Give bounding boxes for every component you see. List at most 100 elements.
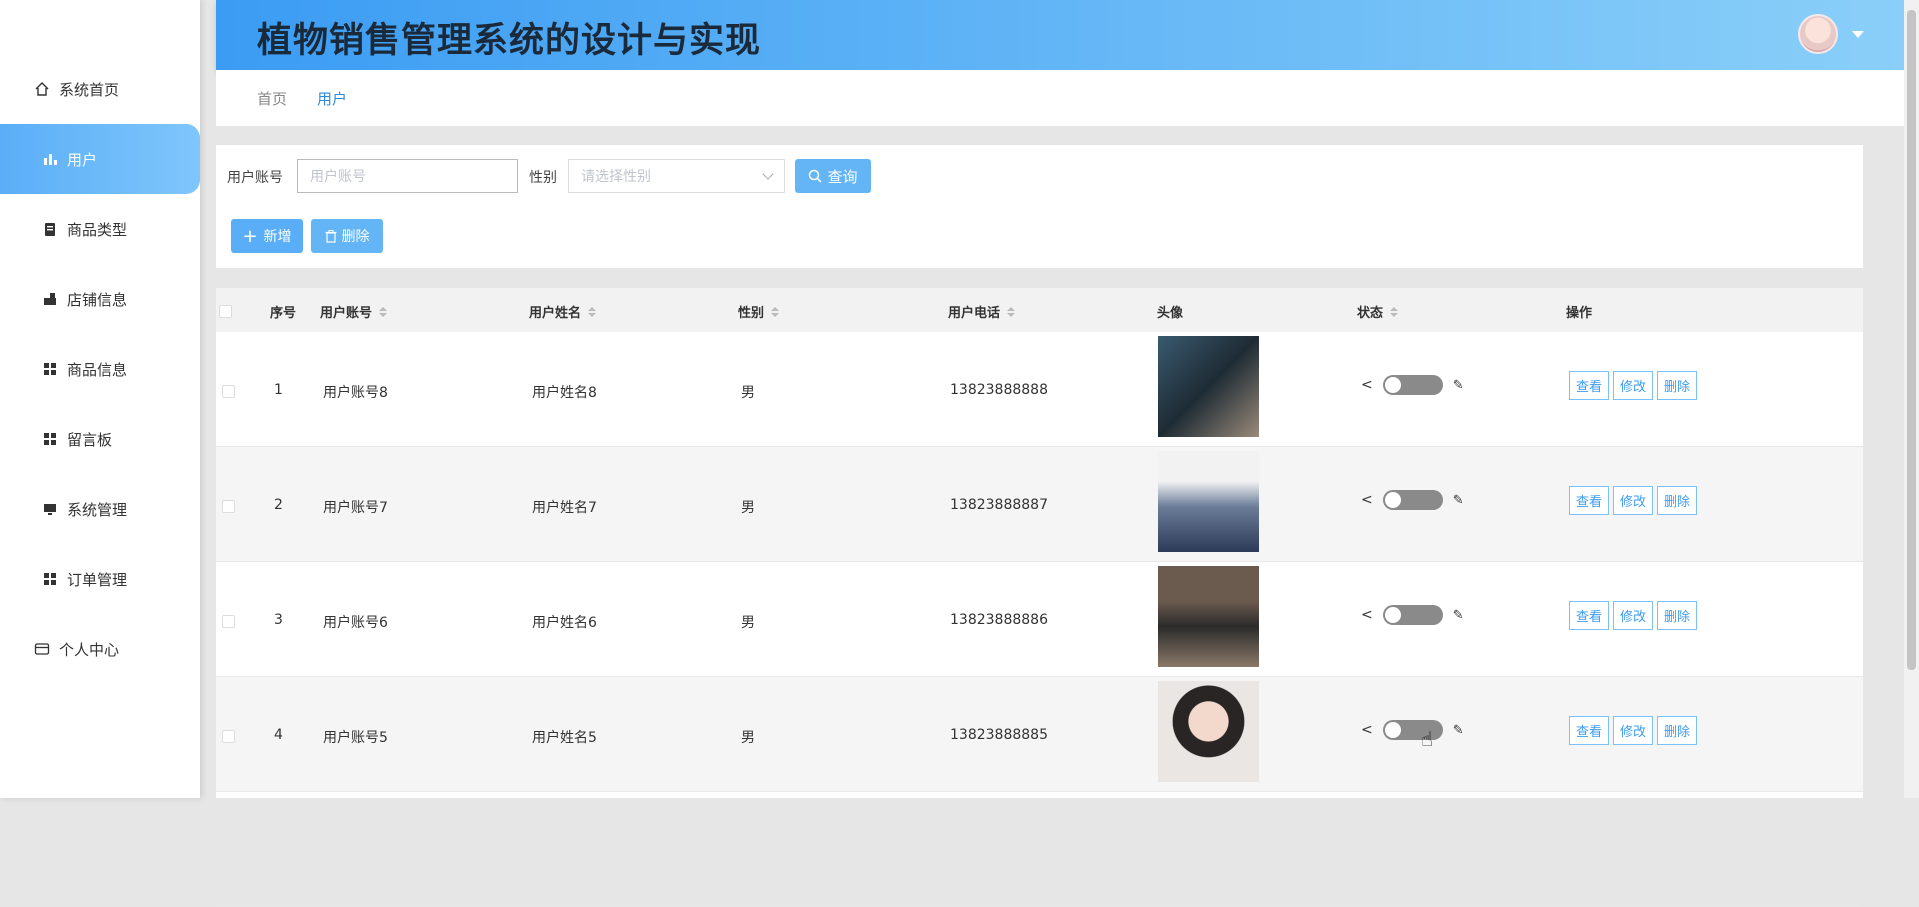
breadcrumb: 首页 用户 bbox=[216, 70, 1904, 126]
sidebar-item-users[interactable]: 用户 bbox=[0, 124, 200, 194]
cell-index: 2 bbox=[274, 497, 283, 513]
edit-button[interactable]: 修改 bbox=[1613, 486, 1653, 515]
status-control: < ✎ bbox=[1361, 375, 1464, 395]
search-icon bbox=[809, 169, 823, 183]
row-actions: 查看 修改 删除 bbox=[1569, 716, 1701, 745]
account-search-input[interactable]: 用户账号 bbox=[297, 159, 518, 193]
user-table: 序号 用户账号 用户姓名 性别 用户电话 头像 状态 操作 1 用户账号8 用户… bbox=[216, 288, 1863, 907]
cell-account: 用户账号5 bbox=[323, 730, 388, 746]
sidebar-item-personal-center[interactable]: 个人中心 bbox=[0, 614, 200, 684]
status-toggle[interactable] bbox=[1382, 375, 1443, 395]
delete-button[interactable]: 删除 bbox=[1657, 486, 1697, 515]
edit-button[interactable]: 修改 bbox=[1613, 716, 1653, 745]
share-icon[interactable]: < bbox=[1361, 377, 1373, 393]
pencil-icon[interactable]: ✎ bbox=[1453, 608, 1464, 623]
share-icon[interactable]: < bbox=[1361, 722, 1373, 738]
col-avatar: 头像 bbox=[1157, 306, 1184, 321]
add-button[interactable]: + 新增 bbox=[231, 219, 303, 253]
row-actions: 查看 修改 删除 bbox=[1569, 371, 1701, 400]
avatar-photo[interactable] bbox=[1158, 451, 1259, 552]
cell-name: 用户姓名8 bbox=[532, 385, 597, 401]
sidebar-item-label: 商品信息 bbox=[67, 360, 128, 379]
bulk-delete-button[interactable]: 删除 bbox=[311, 219, 383, 253]
edit-button[interactable]: 修改 bbox=[1613, 371, 1653, 400]
table-row bbox=[216, 792, 1863, 907]
select-all-checkbox[interactable] bbox=[219, 305, 232, 318]
sidebar-item-order-management[interactable]: 订单管理 bbox=[0, 544, 200, 614]
delete-button[interactable]: 删除 bbox=[1657, 601, 1697, 630]
sidebar: 系统首页 用户 商品类型 店铺信息 商品信息 留言板 系统管理 订单管理 个人中… bbox=[0, 0, 200, 798]
table-row: 1 用户账号8 用户姓名8 男 13823888888 < ✎ 查看 修改 删除 bbox=[216, 332, 1863, 447]
status-toggle[interactable] bbox=[1382, 605, 1443, 625]
breadcrumb-home[interactable]: 首页 bbox=[257, 88, 287, 109]
gender-select[interactable]: 请选择性别 bbox=[568, 159, 785, 193]
delete-button[interactable]: 删除 bbox=[1657, 716, 1697, 745]
cell-phone: 13823888887 bbox=[950, 497, 1048, 513]
sort-icon[interactable] bbox=[588, 306, 597, 317]
cell-name: 用户姓名6 bbox=[532, 615, 597, 631]
status-control: < ✎ bbox=[1361, 605, 1464, 625]
row-checkbox[interactable] bbox=[222, 385, 235, 398]
cell-phone: 13823888885 bbox=[950, 727, 1048, 743]
search-panel: 用户账号 用户账号 性别 请选择性别 查询 + 新增 删除 bbox=[216, 145, 1863, 268]
sidebar-item-label: 订单管理 bbox=[67, 570, 128, 589]
view-button[interactable]: 查看 bbox=[1569, 371, 1609, 400]
view-button[interactable]: 查看 bbox=[1569, 716, 1609, 745]
delete-button[interactable]: 删除 bbox=[1657, 371, 1697, 400]
caret-down-icon[interactable] bbox=[1852, 30, 1864, 38]
cell-phone: 13823888886 bbox=[950, 612, 1048, 628]
user-menu[interactable] bbox=[1798, 14, 1864, 54]
card-icon bbox=[34, 641, 50, 657]
sort-icon[interactable] bbox=[1007, 306, 1016, 317]
page-scrollbar[interactable] bbox=[1904, 0, 1919, 798]
pencil-icon[interactable]: ✎ bbox=[1453, 493, 1464, 508]
col-phone[interactable]: 用户电话 bbox=[948, 302, 1016, 321]
row-checkbox[interactable] bbox=[222, 500, 235, 513]
col-account[interactable]: 用户账号 bbox=[320, 302, 388, 321]
share-icon[interactable]: < bbox=[1361, 492, 1373, 508]
cell-phone: 13823888888 bbox=[950, 382, 1048, 398]
scrollbar-thumb[interactable] bbox=[1907, 10, 1916, 670]
status-toggle[interactable] bbox=[1382, 490, 1443, 510]
sidebar-item-product-info[interactable]: 商品信息 bbox=[0, 334, 200, 404]
row-checkbox[interactable] bbox=[222, 730, 235, 743]
cell-name: 用户姓名5 bbox=[532, 730, 597, 746]
sidebar-item-system-management[interactable]: 系统管理 bbox=[0, 474, 200, 544]
edit-button[interactable]: 修改 bbox=[1613, 601, 1653, 630]
avatar-photo[interactable] bbox=[1158, 336, 1259, 437]
sort-icon[interactable] bbox=[771, 306, 780, 317]
cell-gender: 男 bbox=[741, 385, 755, 401]
view-button[interactable]: 查看 bbox=[1569, 486, 1609, 515]
cell-account: 用户账号7 bbox=[323, 500, 388, 516]
monitor-icon bbox=[42, 501, 58, 517]
pencil-icon[interactable]: ✎ bbox=[1453, 378, 1464, 393]
avatar[interactable] bbox=[1798, 14, 1838, 54]
col-gender[interactable]: 性别 bbox=[738, 302, 780, 321]
sidebar-item-home[interactable]: 系统首页 bbox=[0, 54, 200, 124]
avatar-photo[interactable] bbox=[1158, 566, 1259, 667]
share-icon[interactable]: < bbox=[1361, 607, 1373, 623]
sidebar-item-store-info[interactable]: 店铺信息 bbox=[0, 264, 200, 334]
avatar-photo[interactable] bbox=[1158, 681, 1259, 782]
cell-index: 4 bbox=[274, 727, 283, 743]
search-button[interactable]: 查询 bbox=[795, 159, 871, 193]
col-name[interactable]: 用户姓名 bbox=[529, 302, 597, 321]
account-label: 用户账号 bbox=[227, 170, 283, 186]
table-header: 序号 用户账号 用户姓名 性别 用户电话 头像 状态 操作 bbox=[216, 288, 1863, 332]
top-header: 植物销售管理系统的设计与实现 bbox=[216, 0, 1904, 70]
sidebar-item-message-board[interactable]: 留言板 bbox=[0, 404, 200, 474]
pencil-icon[interactable]: ✎ bbox=[1453, 723, 1464, 738]
sidebar-item-label: 留言板 bbox=[67, 430, 113, 449]
row-checkbox[interactable] bbox=[222, 615, 235, 628]
sidebar-item-product-types[interactable]: 商品类型 bbox=[0, 194, 200, 264]
sort-icon[interactable] bbox=[379, 306, 388, 317]
table-row: 3 用户账号6 用户姓名6 男 13823888886 < ✎ 查看 修改 删除 bbox=[216, 562, 1863, 677]
status-toggle[interactable] bbox=[1382, 720, 1443, 740]
sidebar-item-label: 用户 bbox=[67, 150, 98, 169]
sidebar-item-label: 系统管理 bbox=[67, 500, 128, 519]
bar-chart-icon bbox=[42, 151, 58, 167]
sort-icon[interactable] bbox=[1390, 306, 1399, 317]
view-button[interactable]: 查看 bbox=[1569, 601, 1609, 630]
trash-icon bbox=[325, 229, 336, 243]
col-status[interactable]: 状态 bbox=[1357, 302, 1399, 321]
